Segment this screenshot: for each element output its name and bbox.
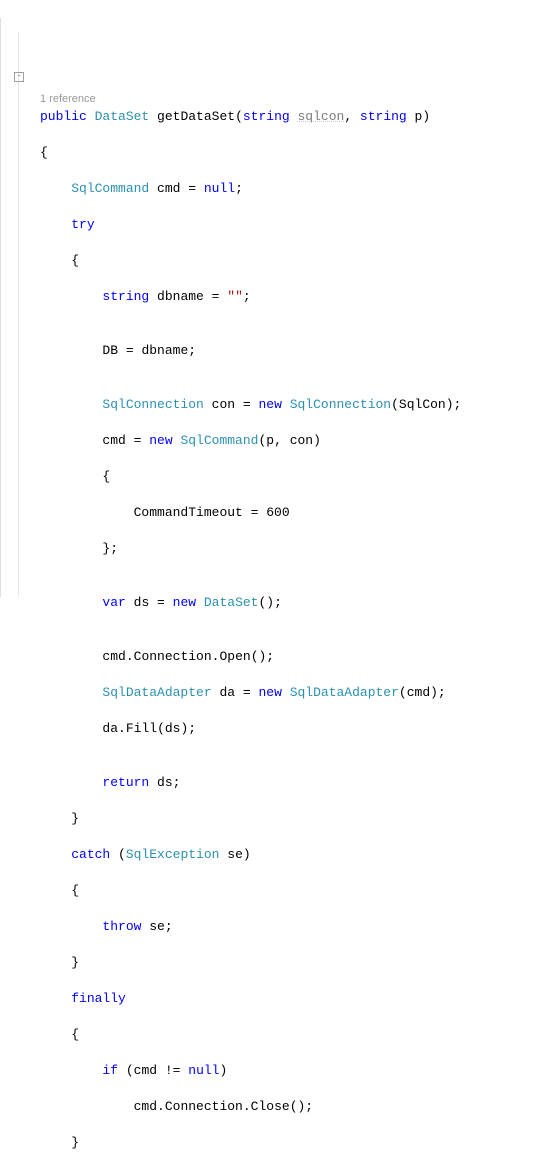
codelens-references[interactable]: 1 reference [40, 93, 96, 105]
outline-column: - [14, 32, 24, 100]
margin-border [0, 18, 1, 597]
collapse-toggle[interactable]: - [14, 72, 24, 82]
code-editor[interactable]: 1 reference public DataSet getDataSet(st… [0, 90, 461, 1158]
editor-viewport: - 1 reference public DataSet getDataSet(… [0, 18, 548, 597]
outline-border [18, 32, 19, 597]
